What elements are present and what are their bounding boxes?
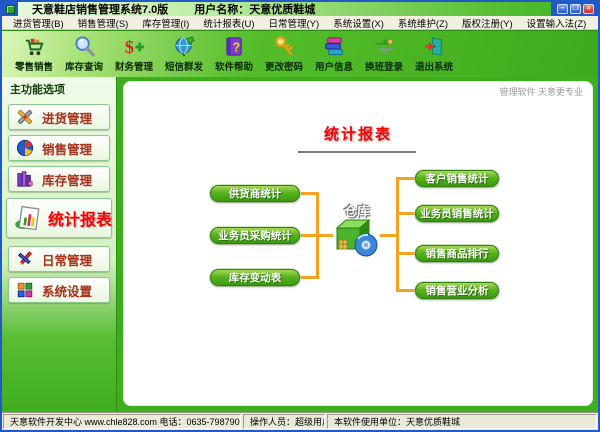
toolbar-stock-query-button[interactable]: 库存查询 <box>60 32 108 76</box>
daily-pencil-icon <box>17 251 32 266</box>
menu-purchase[interactable]: 进货管理(B) <box>6 16 71 30</box>
sidebar-item-daily[interactable]: 日常管理 <box>8 246 110 272</box>
toolbar-user-info-button[interactable]: 用户信息 <box>310 32 358 76</box>
toolbar-label: 零售销售 <box>14 62 53 73</box>
sms-globe-icon <box>174 36 195 57</box>
sidebar-item-label: 销售管理 <box>42 142 93 157</box>
status-license-unit: 本软件使用单位：天意优质鞋城 <box>327 414 597 429</box>
sidebar-item-label: 库存管理 <box>42 173 93 188</box>
svg-text:?: ? <box>232 40 240 54</box>
sidebar-item-purchase[interactable]: 进货管理 <box>8 104 110 130</box>
menu-bar: 进货管理(B) 销售管理(S) 库存管理(I) 统计报表(U) 日常管理(Y) … <box>2 16 598 30</box>
toolbar-label: 库存查询 <box>64 62 103 73</box>
menu-daily[interactable]: 日常管理(Y) <box>262 16 327 30</box>
connector-line <box>399 252 415 255</box>
toolbar-label: 退出系统 <box>414 62 453 73</box>
search-icon <box>74 36 95 57</box>
app-window: 天意鞋店销售管理系统7.0版 用户名称：天意优质鞋城 – ❐ × 进货管理(B)… <box>0 0 600 432</box>
cart-icon <box>25 38 43 56</box>
sales-pie-icon <box>16 139 34 157</box>
sidebar-item-settings[interactable]: 系统设置 <box>8 277 110 303</box>
menu-maintenance[interactable]: 系统维护(Z) <box>391 16 455 30</box>
finance-icon: $ <box>124 37 144 57</box>
inventory-icon <box>17 171 33 187</box>
stats-report-icon <box>15 205 40 231</box>
toolbar-label: 短信群发 <box>164 62 203 73</box>
sidebar-item-reports[interactable]: 统计报表 <box>6 198 112 238</box>
connector-line <box>399 177 415 180</box>
sidebar-header: 主功能选项 <box>10 84 65 96</box>
user-books-icon <box>324 37 343 56</box>
toolbar-sms-button[interactable]: 短信群发 <box>160 32 208 76</box>
status-operator: 操作人员：超级用户 <box>243 414 325 429</box>
report-button-customer-sales-stats[interactable]: 客户销售统计 <box>415 170 499 187</box>
window-title: 天意鞋店销售管理系统7.0版 <box>32 4 169 16</box>
close-button[interactable]: × <box>583 4 594 14</box>
toolbar-retail-sale-button[interactable]: 零售销售 <box>10 32 58 76</box>
toolbar-label: 财务管理 <box>114 62 153 73</box>
main-panel: 管理软件 天意更专业 统计报表 供货商统计 业务员采购统计 库存变动表 客户销售… <box>123 81 593 406</box>
svg-text:$: $ <box>124 37 133 57</box>
report-button-salesman-purchase-stats[interactable]: 业务员采购统计 <box>210 227 300 244</box>
sidebar-item-label: 进货管理 <box>42 111 93 126</box>
warehouse-disc-icon <box>331 216 383 263</box>
status-bar: 天意软件开发中心 www.chle828.com 电话：0635-7987905… <box>2 412 598 430</box>
sidebar-item-label: 系统设置 <box>42 284 93 299</box>
help-book-icon: ? <box>225 37 242 56</box>
menu-inventory[interactable]: 库存管理(I) <box>135 16 196 30</box>
shift-swap-icon <box>375 38 393 54</box>
report-button-salesman-sales-stats[interactable]: 业务员销售统计 <box>415 205 499 222</box>
title-bar: 天意鞋店销售管理系统7.0版 用户名称：天意优质鞋城 – ❐ × <box>2 2 598 16</box>
sidebar-item-inventory[interactable]: 库存管理 <box>8 166 110 192</box>
toolbar-finance-button[interactable]: $ 财务管理 <box>110 32 158 76</box>
exit-door-icon <box>424 37 442 56</box>
window-controls: – ❐ × <box>551 2 598 16</box>
report-button-stock-change-table[interactable]: 库存变动表 <box>210 269 300 286</box>
report-button-product-sales-ranking[interactable]: 销售商品排行 <box>415 245 499 262</box>
purchase-icon <box>17 109 33 125</box>
window-icon <box>2 2 18 16</box>
toolbar: 零售销售 库存查询 $ 财务管理 短信群发 ? 软件帮助 更改密码 用户信息 换… <box>2 30 598 77</box>
sidebar-item-sales[interactable]: 销售管理 <box>8 135 110 161</box>
page-title: 统计报表 <box>323 126 392 143</box>
connector-line <box>396 177 399 292</box>
toolbar-exit-button[interactable]: 退出系统 <box>410 32 458 76</box>
toolbar-label: 更改密码 <box>264 62 303 73</box>
slogan-text: 管理软件 天意更专业 <box>499 87 583 97</box>
menu-register[interactable]: 版权注册(Y) <box>455 16 520 30</box>
menu-settings[interactable]: 系统设置(X) <box>326 16 391 30</box>
title-underline <box>298 151 416 153</box>
toolbar-label: 软件帮助 <box>214 62 253 73</box>
report-button-sales-business-analysis[interactable]: 销售营业分析 <box>415 282 499 299</box>
toolbar-shift-login-button[interactable]: 换班登录 <box>360 32 408 76</box>
connector-line <box>399 212 415 215</box>
report-button-supplier-stats[interactable]: 供货商统计 <box>210 185 300 202</box>
menu-sales[interactable]: 销售管理(S) <box>71 16 136 30</box>
window-user-label: 用户名称：天意优质鞋城 <box>194 4 316 16</box>
menu-input-method[interactable]: 设置输入法(Z) <box>520 16 594 30</box>
settings-cubes-icon <box>17 282 33 298</box>
key-icon <box>274 36 293 56</box>
minimize-button[interactable]: – <box>557 4 568 14</box>
status-developer-info: 天意软件开发中心 www.chle828.com 电话：0635-7987905… <box>3 414 241 429</box>
sidebar: 主功能选项 进货管理 销售管理 库存管理 统计报表 日常管理 系统设置 <box>2 77 117 412</box>
toolbar-label: 换班登录 <box>364 62 403 73</box>
toolbar-change-password-button[interactable]: 更改密码 <box>260 32 308 76</box>
toolbar-label: 用户信息 <box>314 62 353 73</box>
sidebar-item-label: 日常管理 <box>42 253 93 268</box>
sidebar-item-label: 统计报表 <box>48 212 113 229</box>
content-area: 主功能选项 进货管理 销售管理 库存管理 统计报表 日常管理 系统设置 管理软件… <box>2 77 598 412</box>
connector-line <box>399 289 415 292</box>
toolbar-help-button[interactable]: ? 软件帮助 <box>210 32 258 76</box>
menu-reports[interactable]: 统计报表(U) <box>196 16 261 30</box>
maximize-button[interactable]: ❐ <box>570 4 581 14</box>
